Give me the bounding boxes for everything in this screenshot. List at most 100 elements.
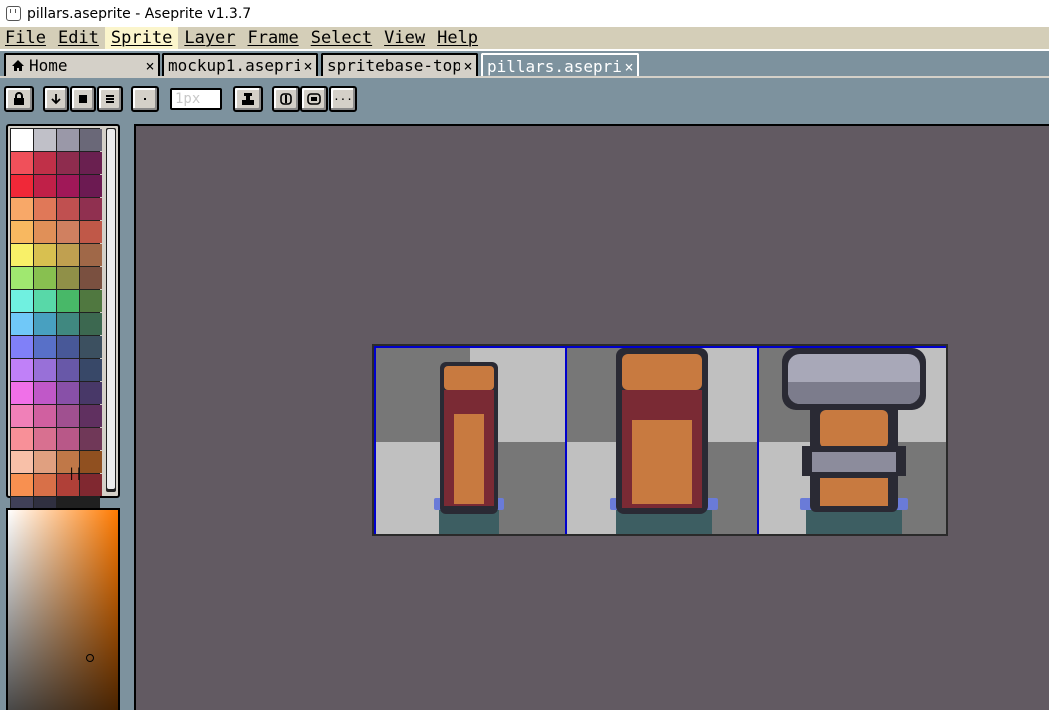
symmetry-button[interactable] — [272, 86, 300, 112]
palette-swatch[interactable] — [57, 428, 79, 450]
ink-icon — [242, 93, 254, 105]
scrollbar-thumb[interactable] — [107, 129, 115, 489]
palette-swatch[interactable] — [80, 129, 102, 151]
palette-swatch[interactable] — [34, 221, 56, 243]
tab-mockup1[interactable]: mockup1.asepri × — [162, 53, 318, 76]
palette-swatch[interactable] — [57, 267, 79, 289]
palette-swatch[interactable] — [80, 244, 102, 266]
palette-swatch[interactable] — [34, 267, 56, 289]
menu-frame[interactable]: Frame — [242, 27, 305, 49]
tab-home[interactable]: Home × — [4, 53, 160, 76]
palette-swatch[interactable] — [34, 290, 56, 312]
palette-swatch[interactable] — [34, 428, 56, 450]
palette-swatch[interactable] — [80, 221, 102, 243]
palette-swatch[interactable] — [57, 129, 79, 151]
palette-swatch[interactable] — [11, 221, 33, 243]
palette-swatch[interactable] — [34, 198, 56, 220]
palette-swatch[interactable] — [57, 152, 79, 174]
tab-label: mockup1.asepri — [168, 56, 300, 75]
menu-layer[interactable]: Layer — [178, 27, 241, 49]
palette-swatch[interactable] — [34, 336, 56, 358]
palette-swatch[interactable] — [80, 313, 102, 335]
palette-swatch[interactable] — [57, 313, 79, 335]
more-options-button[interactable]: ··· — [329, 86, 357, 112]
palette-swatch[interactable] — [11, 382, 33, 404]
tab-pillars[interactable]: pillars.aseprite × — [481, 53, 639, 78]
palette-swatch[interactable] — [34, 382, 56, 404]
palette-swatch[interactable] — [80, 267, 102, 289]
square-brush-button[interactable] — [70, 86, 96, 112]
palette-swatch[interactable] — [34, 175, 56, 197]
palette-swatch[interactable] — [57, 359, 79, 381]
palette-swatch[interactable] — [11, 336, 33, 358]
tab-spritebase[interactable]: spritebase-top\ × — [321, 53, 478, 76]
symmetry-icon — [280, 93, 292, 105]
palette-swatch[interactable] — [11, 198, 33, 220]
palette-swatch[interactable] — [80, 428, 102, 450]
palette-swatch[interactable] — [57, 175, 79, 197]
brush-size-input[interactable]: 1px — [170, 88, 222, 110]
sprite-canvas[interactable] — [372, 344, 948, 536]
menu-edit[interactable]: Edit — [52, 27, 105, 49]
palette-swatch[interactable] — [80, 405, 102, 427]
palette-swatch[interactable] — [57, 221, 79, 243]
palette-swatch[interactable] — [57, 244, 79, 266]
menu-sprite[interactable]: Sprite — [104, 27, 179, 49]
palette-swatch[interactable] — [11, 451, 33, 473]
palette-swatch[interactable] — [57, 382, 79, 404]
palette-swatch[interactable] — [57, 405, 79, 427]
palette-view: || — [6, 124, 120, 520]
palette-swatch[interactable] — [34, 313, 56, 335]
menu-help[interactable]: Help — [431, 27, 484, 49]
close-tab-icon[interactable]: × — [460, 57, 476, 75]
palette-swatch[interactable] — [34, 405, 56, 427]
palette-swatch[interactable] — [80, 474, 102, 496]
color-spectrum-picker[interactable] — [6, 508, 120, 710]
palette-swatch[interactable] — [80, 290, 102, 312]
menu-select[interactable]: Select — [305, 27, 378, 49]
palette-swatch[interactable] — [34, 152, 56, 174]
palette-swatch[interactable] — [80, 359, 102, 381]
palette-swatch[interactable] — [11, 175, 33, 197]
lock-button[interactable] — [4, 86, 34, 112]
close-tab-icon[interactable]: × — [142, 57, 158, 75]
palette-swatch[interactable] — [11, 267, 33, 289]
close-tab-icon[interactable]: × — [621, 58, 637, 76]
sprite-editor[interactable] — [134, 124, 1049, 710]
menu-file[interactable]: File — [0, 27, 52, 49]
palette-swatch[interactable] — [80, 336, 102, 358]
dot-brush-button[interactable] — [131, 86, 159, 112]
palette-swatch[interactable] — [11, 405, 33, 427]
palette-swatch[interactable] — [11, 474, 33, 496]
palette-swatch[interactable] — [34, 359, 56, 381]
palette-scrollbar[interactable] — [106, 128, 116, 492]
palette-swatch[interactable] — [80, 451, 102, 473]
palette-swatch[interactable] — [11, 244, 33, 266]
palette-swatch[interactable] — [11, 129, 33, 151]
palette-swatch[interactable] — [11, 359, 33, 381]
palette-swatch[interactable] — [34, 474, 56, 496]
picker-cursor[interactable] — [86, 654, 94, 662]
palette-swatch[interactable] — [80, 175, 102, 197]
palette-swatch[interactable] — [57, 198, 79, 220]
palette-swatch[interactable] — [57, 290, 79, 312]
palette-swatch[interactable] — [11, 152, 33, 174]
palette-swatch[interactable] — [80, 382, 102, 404]
menu-button[interactable] — [97, 86, 123, 112]
palette-swatch[interactable] — [80, 198, 102, 220]
palette-swatch[interactable] — [34, 244, 56, 266]
ink-button[interactable] — [233, 86, 263, 112]
arrow-down-button[interactable] — [43, 86, 69, 112]
palette-swatch[interactable] — [80, 152, 102, 174]
dot-icon — [144, 98, 146, 100]
palette-swatch[interactable] — [11, 428, 33, 450]
close-tab-icon[interactable]: × — [300, 57, 316, 75]
palette-swatch[interactable] — [11, 313, 33, 335]
palette-swatch[interactable] — [34, 129, 56, 151]
palette-grid — [10, 128, 102, 520]
palette-swatch[interactable] — [34, 451, 56, 473]
tiles-button[interactable] — [300, 86, 328, 112]
palette-swatch[interactable] — [11, 290, 33, 312]
palette-swatch[interactable] — [57, 336, 79, 358]
menu-view[interactable]: View — [378, 27, 431, 49]
